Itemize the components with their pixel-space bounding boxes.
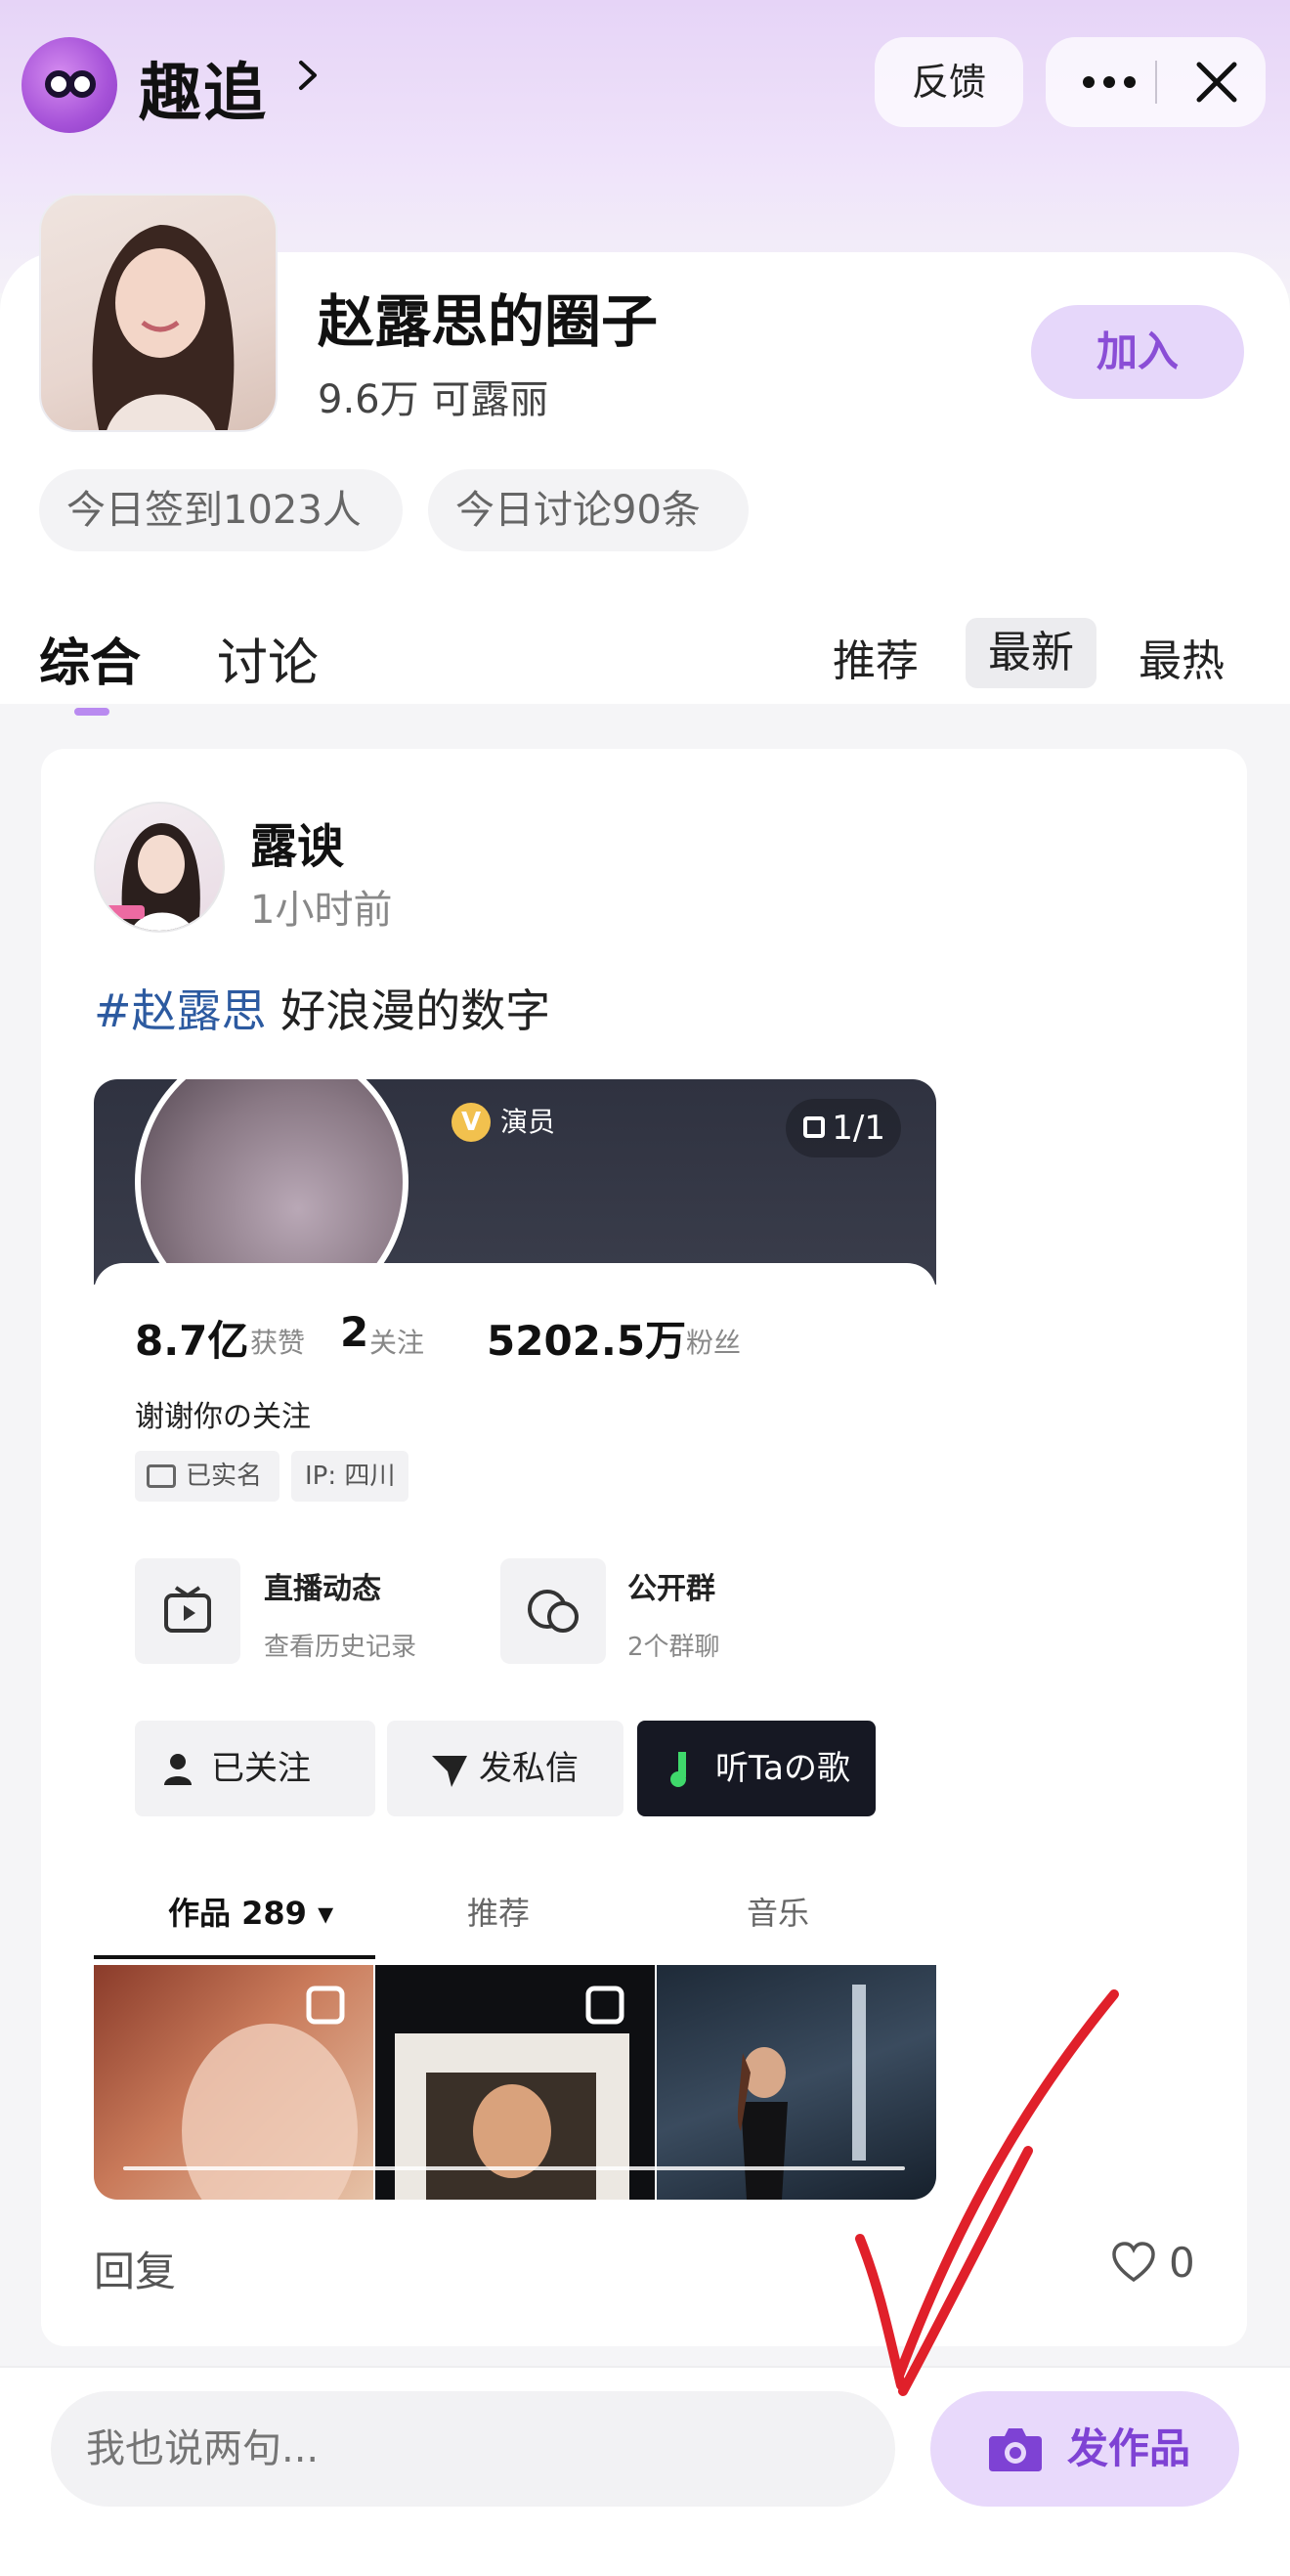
group-card-subtitle: 2个群聊 bbox=[627, 1633, 720, 1662]
followers-count: 5202.5万 bbox=[487, 1317, 687, 1365]
discussion-count-chip: 今日讨论90条 bbox=[428, 469, 749, 551]
work-thumbnail bbox=[375, 1965, 655, 2200]
profile-tab-music: 音乐 bbox=[747, 1895, 810, 1932]
music-icon bbox=[670, 1752, 686, 1787]
tab-discussion[interactable]: 讨论 bbox=[217, 622, 319, 695]
listen-song-label: 听Taの歌 bbox=[715, 1749, 850, 1788]
like-count: 0 bbox=[1169, 2239, 1195, 2287]
group-card-title: 公开群 bbox=[627, 1572, 715, 1606]
id-card-icon bbox=[147, 1464, 176, 1488]
likes-label: 获赞 bbox=[250, 1327, 306, 1359]
message-label: 发私信 bbox=[479, 1749, 579, 1788]
profile-bio: 谢谢你の关注 bbox=[135, 1400, 311, 1434]
message-button: 发私信 bbox=[387, 1721, 624, 1816]
post-body: 好浪漫的数字 bbox=[266, 984, 551, 1037]
live-tv-icon bbox=[135, 1558, 240, 1664]
profile-tab-indicator bbox=[94, 1955, 375, 1959]
author-name[interactable]: 露谀 bbox=[250, 808, 344, 876]
comment-input[interactable] bbox=[51, 2391, 895, 2507]
image-page-indicator: 1/1 bbox=[786, 1099, 901, 1157]
author-avatar[interactable] bbox=[94, 802, 225, 933]
circle-avatar[interactable] bbox=[39, 194, 278, 432]
circle-title: 赵露思的圈子 bbox=[318, 288, 659, 355]
image-scroll-indicator bbox=[123, 2166, 905, 2170]
chevron-right-icon[interactable] bbox=[291, 59, 324, 92]
logo-eye-right bbox=[68, 70, 96, 98]
user-check-icon bbox=[164, 1754, 192, 1785]
mini-program-capsule bbox=[1046, 37, 1266, 127]
post-image[interactable]: V 演员 1/1 8.7亿 获赞 2 关注 5202.5万 粉丝 谢谢你の关注 … bbox=[94, 1079, 936, 2200]
following-count: 2 bbox=[340, 1308, 369, 1356]
top-bar: 趣追 反馈 bbox=[0, 0, 1290, 166]
post-text: #赵露思 好浪漫的数字 bbox=[94, 976, 550, 1040]
camera-icon bbox=[989, 2428, 1042, 2471]
profile-role: 演员 bbox=[500, 1106, 556, 1138]
profile-tab-recommend: 推荐 bbox=[467, 1895, 531, 1932]
more-icon[interactable] bbox=[1075, 37, 1143, 127]
live-card-subtitle: 查看历史记录 bbox=[264, 1633, 417, 1662]
listen-song-button: 听Taの歌 bbox=[637, 1721, 876, 1816]
app-name[interactable]: 趣追 bbox=[139, 43, 268, 133]
followed-label: 已关注 bbox=[211, 1749, 311, 1788]
portrait-image bbox=[92, 225, 235, 430]
work-thumbnail bbox=[94, 1965, 373, 2200]
post-work-button[interactable]: 发作品 bbox=[930, 2391, 1239, 2507]
send-icon bbox=[432, 1756, 467, 1787]
profile-tab-works: 作品 289 ▾ bbox=[168, 1895, 334, 1932]
followers-label: 粉丝 bbox=[686, 1327, 742, 1359]
work-thumbnail bbox=[657, 1965, 936, 2200]
followed-button: 已关注 bbox=[135, 1721, 375, 1816]
gallery-icon bbox=[803, 1116, 825, 1138]
sort-hottest[interactable]: 最热 bbox=[1139, 626, 1225, 688]
capsule-divider bbox=[1155, 61, 1157, 104]
works-label: 作品 289 bbox=[168, 1895, 307, 1932]
checkin-count-chip: 今日签到1023人 bbox=[39, 469, 403, 551]
author-avatar-image bbox=[106, 823, 200, 931]
following-label: 关注 bbox=[369, 1327, 425, 1359]
app-logo-icon[interactable] bbox=[22, 37, 117, 133]
reply-button[interactable]: 回复 bbox=[94, 2239, 176, 2298]
heart-icon[interactable] bbox=[1110, 2239, 1157, 2286]
image-page-count: 1/1 bbox=[832, 1109, 885, 1148]
circle-subtitle: 9.6万 可露丽 bbox=[318, 377, 549, 422]
likes-count: 8.7亿 bbox=[135, 1317, 249, 1365]
post-time: 1小时前 bbox=[250, 888, 393, 933]
tab-overview[interactable]: 综合 bbox=[39, 622, 141, 695]
verified-icon: V bbox=[452, 1103, 491, 1142]
close-icon[interactable] bbox=[1182, 37, 1251, 127]
ip-tag: IP: 四川 bbox=[291, 1451, 408, 1502]
hashtag-link[interactable]: #赵露思 bbox=[94, 984, 267, 1037]
join-button[interactable]: 加入 bbox=[1031, 305, 1244, 399]
feedback-button[interactable]: 反馈 bbox=[875, 37, 1023, 127]
active-tab-indicator bbox=[74, 708, 109, 716]
group-chat-icon bbox=[500, 1558, 606, 1664]
real-name-label: 已实名 bbox=[186, 1462, 263, 1491]
live-card-title: 直播动态 bbox=[264, 1572, 381, 1606]
sort-recommended[interactable]: 推荐 bbox=[833, 626, 919, 688]
sort-latest[interactable]: 最新 bbox=[966, 618, 1096, 688]
real-name-tag: 已实名 bbox=[135, 1451, 280, 1502]
